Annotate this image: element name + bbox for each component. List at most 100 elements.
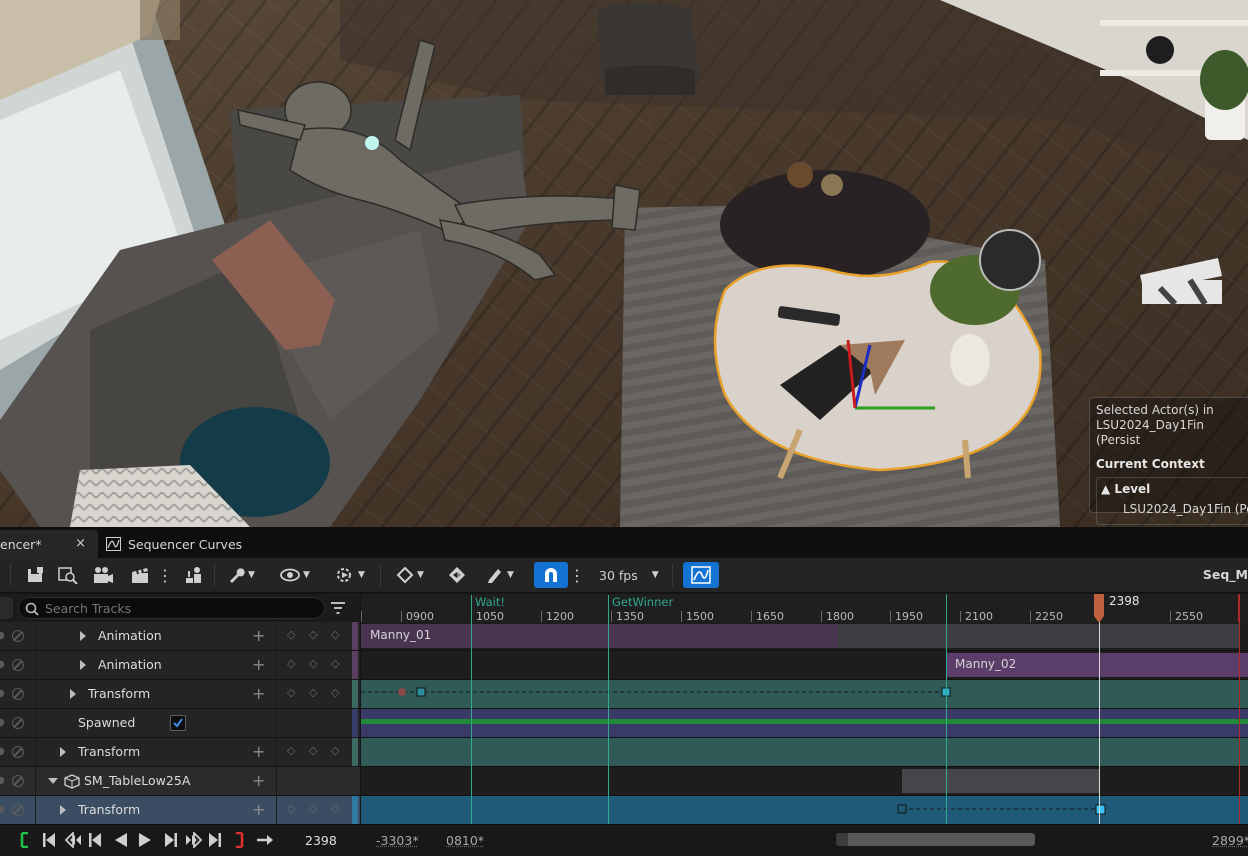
- selected-actor-level: LSU2024_Day1Fin (Persist: [1096, 418, 1204, 447]
- eye-icon[interactable]: ●: [0, 659, 5, 670]
- track-area[interactable]: Manny_01 Manny_02: [361, 622, 1248, 824]
- range-start-value[interactable]: -3303*: [376, 833, 419, 848]
- add-icon[interactable]: +: [252, 771, 265, 790]
- key-navigation[interactable]: ◇ ◇ ◇: [276, 680, 352, 708]
- track-row-transform-1[interactable]: ● Transform + ◇ ◇ ◇: [0, 680, 360, 709]
- collapse-arrow-icon[interactable]: [48, 778, 58, 784]
- expand-arrow-icon[interactable]: [60, 805, 66, 815]
- mute-icon[interactable]: [12, 804, 24, 816]
- playback-options-button[interactable]: ▼: [330, 562, 370, 588]
- track-row-animation-1[interactable]: ● Animation + ◇ ◇ ◇: [0, 622, 360, 651]
- range-end-icon[interactable]: [234, 832, 244, 848]
- mute-icon[interactable]: [12, 775, 24, 787]
- expand-arrow-icon[interactable]: [70, 689, 76, 699]
- transform-keys[interactable]: [361, 680, 1248, 708]
- eye-icon[interactable]: ●: [0, 717, 5, 728]
- spawned-checkbox[interactable]: [170, 715, 186, 731]
- frame-rate-dropdown[interactable]: 30 fps ▼: [594, 562, 664, 588]
- add-icon[interactable]: +: [252, 742, 265, 761]
- static-mesh-icon: [64, 774, 80, 789]
- mute-icon[interactable]: [12, 659, 24, 671]
- chevron-down-icon: ▼: [248, 570, 255, 580]
- add-track-button[interactable]: [0, 597, 13, 619]
- snapping-toggle[interactable]: [534, 562, 568, 588]
- add-icon[interactable]: +: [252, 800, 265, 819]
- current-frame-value[interactable]: 2398: [305, 833, 337, 848]
- section-tablelow[interactable]: [902, 769, 1100, 793]
- clapperboard-button[interactable]: [128, 562, 152, 588]
- play-reverse-icon[interactable]: [114, 832, 128, 848]
- checkmark-icon: [173, 718, 183, 728]
- mute-icon[interactable]: [12, 688, 24, 700]
- expand-arrow-icon[interactable]: [80, 631, 86, 641]
- chevron-down-icon: ▼: [651, 570, 659, 580]
- key-navigation[interactable]: ◇ ◇ ◇: [276, 651, 352, 679]
- eye-icon[interactable]: ●: [0, 746, 5, 757]
- key-options-button[interactable]: ▼: [390, 562, 430, 588]
- mute-icon[interactable]: [12, 630, 24, 642]
- magnet-icon: [545, 568, 557, 582]
- find-asset-icon: [58, 567, 78, 584]
- playhead-handle[interactable]: [1092, 594, 1106, 624]
- track-row-transform-2[interactable]: ● Transform + ◇ ◇ ◇: [0, 738, 360, 767]
- key-navigation: [276, 767, 352, 795]
- add-icon[interactable]: +: [252, 684, 265, 703]
- track-row-spawned[interactable]: ● Spawned: [0, 709, 360, 738]
- play-icon[interactable]: [138, 832, 152, 848]
- curve-editor-toggle[interactable]: [683, 562, 719, 588]
- render-movie-button[interactable]: [90, 562, 116, 588]
- expand-arrow-icon[interactable]: [60, 747, 66, 757]
- eye-icon[interactable]: ●: [0, 804, 5, 815]
- level-viewport[interactable]: Selected Actor(s) in LSU2024_Day1Fin (Pe…: [0, 0, 1248, 527]
- section-manny-01-tail[interactable]: [838, 624, 1240, 648]
- current-context-title: Current Context: [1096, 457, 1205, 471]
- track-label: Animation: [98, 657, 162, 672]
- next-key-icon[interactable]: [185, 832, 203, 848]
- eye-icon[interactable]: ●: [0, 688, 5, 699]
- loop-arrow-icon[interactable]: [256, 832, 274, 848]
- view-options-button[interactable]: ▼: [276, 562, 314, 588]
- tab-sequencer[interactable]: encer* ×: [0, 530, 98, 558]
- track-label: Spawned: [78, 715, 136, 730]
- add-icon[interactable]: +: [252, 626, 265, 645]
- search-tracks-input[interactable]: [18, 597, 325, 619]
- range-start-icon[interactable]: [20, 832, 30, 848]
- previous-frame-icon[interactable]: [88, 832, 104, 848]
- actor-to-sequencer-button[interactable]: [182, 562, 206, 588]
- previous-key-icon[interactable]: [64, 832, 82, 848]
- add-icon[interactable]: +: [252, 655, 265, 674]
- edit-mode-button[interactable]: ▼: [480, 562, 520, 588]
- mute-icon[interactable]: [12, 717, 24, 729]
- expand-arrow-icon[interactable]: [80, 660, 86, 670]
- eye-icon[interactable]: ●: [0, 775, 5, 786]
- track-row-transform-3[interactable]: ● Transform + ◇ ◇ ◇: [0, 796, 360, 824]
- section-manny-01[interactable]: Manny_01: [361, 624, 838, 648]
- key-navigation[interactable]: ◇ ◇ ◇: [276, 738, 352, 766]
- snapping-options-icon[interactable]: ⋮: [569, 562, 585, 588]
- tools-menu-button[interactable]: ▼: [222, 562, 260, 588]
- key-swap-icon: [449, 567, 465, 583]
- track-row-sm-tablelow25a[interactable]: ● SM_TableLow25A +: [0, 767, 360, 796]
- go-to-start-icon[interactable]: [42, 832, 56, 848]
- timeline-scrollbar[interactable]: [836, 833, 1035, 846]
- range-end-value[interactable]: 2899*: [1212, 833, 1248, 848]
- key-navigation[interactable]: ◇ ◇ ◇: [276, 796, 352, 824]
- tab-sequencer-curves[interactable]: Sequencer Curves: [106, 530, 256, 558]
- timeline-scrollbar-left: [836, 833, 848, 846]
- track-row-animation-2[interactable]: ● Animation + ◇ ◇ ◇: [0, 651, 360, 680]
- wrench-icon: [230, 568, 245, 583]
- auto-key-button[interactable]: [444, 562, 470, 588]
- transform-keys[interactable]: [361, 796, 1248, 824]
- filter-icon[interactable]: [330, 601, 346, 615]
- section-manny-02[interactable]: Manny_02: [946, 653, 1248, 677]
- key-navigation[interactable]: ◇ ◇ ◇: [276, 622, 352, 650]
- close-icon[interactable]: ×: [75, 536, 86, 551]
- more-options-icon[interactable]: ⋮: [157, 562, 173, 588]
- view-start-value[interactable]: 0810*: [446, 833, 484, 848]
- next-frame-icon[interactable]: [162, 832, 178, 848]
- mute-icon[interactable]: [12, 746, 24, 758]
- find-in-browser-button[interactable]: [56, 562, 80, 588]
- eye-icon[interactable]: ●: [0, 630, 5, 641]
- go-to-end-icon[interactable]: [208, 832, 222, 848]
- save-button[interactable]: [24, 562, 46, 588]
